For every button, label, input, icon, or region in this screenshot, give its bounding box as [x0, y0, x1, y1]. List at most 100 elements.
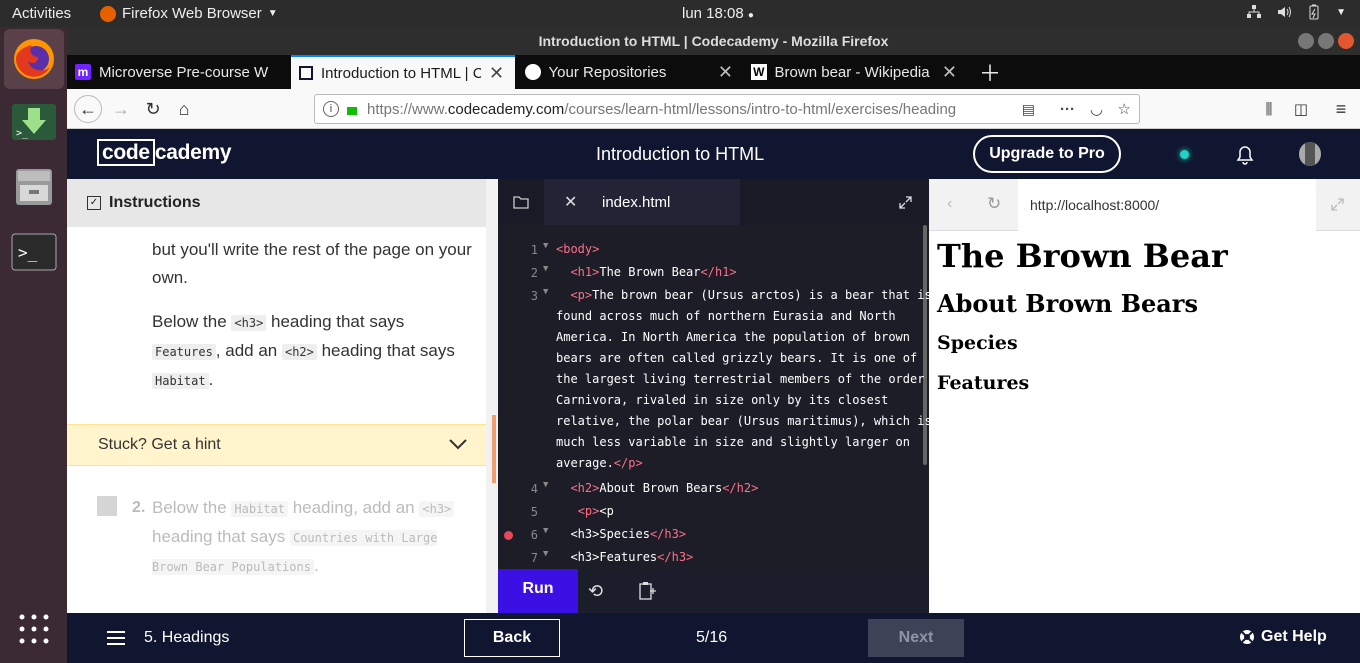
- dock-terminal[interactable]: >_: [4, 222, 64, 282]
- resize-handle[interactable]: [492, 415, 496, 483]
- new-tab-button[interactable]: ＋: [971, 55, 1009, 89]
- fold-arrow-icon[interactable]: ▼: [543, 480, 548, 490]
- instructions-line-1: but you'll write the rest of the page on…: [152, 240, 472, 287]
- hamburger-menu-icon[interactable]: ≡: [1329, 97, 1353, 121]
- window-titlebar[interactable]: Introduction to HTML | Codecademy - Mozi…: [67, 27, 1360, 55]
- code-text: the largest living terrestrial members o…: [556, 372, 925, 386]
- tab-microverse[interactable]: m Microverse Pre-course W: [67, 55, 289, 89]
- page-actions-icon[interactable]: ···: [1060, 101, 1075, 118]
- pane-divider[interactable]: [486, 179, 498, 613]
- close-window-button[interactable]: [1338, 33, 1354, 49]
- reload-button[interactable]: ↻: [141, 97, 165, 121]
- code-tag: </p>: [613, 456, 643, 470]
- clock[interactable]: lun 18:08 ●: [682, 5, 754, 22]
- minimize-button[interactable]: [1298, 33, 1314, 49]
- code-line: <p>The brown bear (Ursus arctos) is a be…: [556, 285, 931, 306]
- line-number: 2: [530, 266, 538, 280]
- close-tab-icon[interactable]: ✕: [942, 62, 957, 83]
- hint-toggle[interactable]: Stuck? Get a hint: [67, 424, 486, 466]
- inline-code: <h3>: [419, 501, 455, 517]
- fold-arrow-icon[interactable]: ▼: [543, 287, 548, 297]
- sidebar-icon[interactable]: ◫: [1289, 97, 1313, 121]
- code-line: <h2>About Brown Bears</h2>: [556, 478, 758, 499]
- apps-grid-icon: [19, 614, 49, 644]
- instructions-task-1: Below the <h3> heading that says Feature…: [152, 308, 472, 395]
- back-button-footer[interactable]: Back: [464, 619, 560, 657]
- file-tab[interactable]: ✕ index.html: [544, 179, 740, 225]
- code-line: found across much of northern Eurasia an…: [556, 306, 896, 327]
- microverse-favicon-icon: m: [75, 64, 91, 80]
- reset-icon[interactable]: ⟲: [588, 581, 603, 602]
- menu-icon[interactable]: [107, 631, 125, 645]
- wikipedia-favicon-icon: W: [751, 64, 767, 80]
- run-button[interactable]: Run: [498, 569, 578, 613]
- home-button[interactable]: ⌂: [172, 97, 196, 121]
- code-line: <h3>Species</h3>: [556, 524, 686, 545]
- info-icon[interactable]: i: [323, 101, 339, 117]
- system-tray[interactable]: ▼: [1246, 4, 1346, 20]
- tab-github[interactable]: Your Repositories ✕: [517, 55, 741, 89]
- fold-arrow-icon[interactable]: ▼: [543, 526, 548, 536]
- text-span: Below the: [152, 498, 232, 517]
- lesson-name[interactable]: 5. Headings: [144, 629, 229, 647]
- avatar[interactable]: [1299, 142, 1321, 166]
- code-tag: <h2>: [570, 481, 600, 495]
- task-2-text: Below the Habitat heading, add an <h3> h…: [152, 494, 472, 581]
- preview-h3-species: Species: [937, 332, 1018, 354]
- code-line: much less variable in size and slightly …: [556, 432, 910, 453]
- fold-arrow-icon[interactable]: ▼: [543, 549, 548, 559]
- text-span: .: [208, 370, 214, 389]
- preview-h3-features: Features: [937, 372, 1030, 394]
- copy-clipboard-icon[interactable]: [639, 581, 657, 601]
- code-line: America. In North America the population…: [556, 327, 910, 348]
- code-text: relative, the polar bear (Ursus maritimu…: [556, 414, 932, 428]
- line-number: 1: [530, 243, 538, 257]
- tab-wikipedia[interactable]: W Brown bear - Wikipedia ✕: [743, 55, 965, 89]
- library-icon[interactable]: ⫼: [1257, 97, 1281, 121]
- inline-code: Habitat: [152, 373, 209, 389]
- text-span: .: [313, 556, 319, 575]
- text-span: heading that says: [152, 527, 290, 546]
- folder-icon[interactable]: [513, 195, 529, 209]
- inline-code: <h3>: [231, 315, 267, 331]
- dock-firefox[interactable]: [4, 29, 64, 89]
- pocket-icon[interactable]: ◡: [1090, 100, 1103, 118]
- preview-expand-icon[interactable]: [1331, 198, 1344, 211]
- dock-software-updater[interactable]: >_: [4, 92, 64, 152]
- show-applications-button[interactable]: [4, 599, 64, 659]
- tab-label: Introduction to HTML | C: [321, 64, 481, 82]
- reader-view-icon[interactable]: ▤: [1022, 101, 1035, 118]
- code-tag: <p>: [570, 288, 593, 302]
- app-menu[interactable]: Firefox Web Browser ▼: [100, 5, 278, 22]
- bookmark-star-icon[interactable]: ☆: [1118, 100, 1131, 118]
- course-title: Introduction to HTML: [596, 144, 765, 164]
- expand-icon[interactable]: [899, 196, 912, 209]
- get-help-button[interactable]: Get Help: [1239, 628, 1327, 646]
- tab-codecademy[interactable]: Introduction to HTML | C ✕: [291, 55, 515, 89]
- terminal-icon: >_: [11, 233, 57, 271]
- firefox-icon: [14, 39, 54, 79]
- forward-button[interactable]: →: [109, 97, 133, 121]
- next-button[interactable]: Next: [868, 619, 964, 657]
- text-span: heading that says: [316, 341, 455, 360]
- instructions-header[interactable]: ✓ Instructions: [67, 179, 486, 227]
- code-editor: ✕ index.html 1 ▼ <body> 2 ▼ <h1>The Brown Be…: [498, 179, 932, 613]
- preview-back-icon[interactable]: ‹: [947, 195, 952, 213]
- fold-arrow-icon[interactable]: ▼: [543, 241, 548, 251]
- close-tab-icon[interactable]: ✕: [718, 62, 733, 83]
- fold-arrow-icon[interactable]: ▼: [543, 264, 548, 274]
- codecademy-logo[interactable]: code cademy: [97, 139, 232, 166]
- maximize-button[interactable]: [1318, 33, 1334, 49]
- notification-bell-icon[interactable]: [1235, 145, 1255, 165]
- close-file-icon[interactable]: ✕: [564, 192, 577, 212]
- activities-button[interactable]: Activities: [12, 5, 71, 22]
- upgrade-to-pro-button[interactable]: Upgrade to Pro: [973, 135, 1121, 173]
- url-bar[interactable]: i https://www. codecademy.com/courses/lea…: [314, 94, 1140, 124]
- back-button[interactable]: ←: [74, 95, 102, 123]
- preview-refresh-icon[interactable]: ↻: [987, 194, 1001, 214]
- dock-files[interactable]: [4, 157, 64, 217]
- task-checkbox[interactable]: [97, 496, 117, 516]
- lock-icon[interactable]: [347, 107, 357, 115]
- close-tab-icon[interactable]: ✕: [489, 63, 504, 84]
- code-area[interactable]: 1 ▼ <body> 2 ▼ <h1>The Brown Bear</h1> 3 ▼ <p>…: [498, 239, 932, 569]
